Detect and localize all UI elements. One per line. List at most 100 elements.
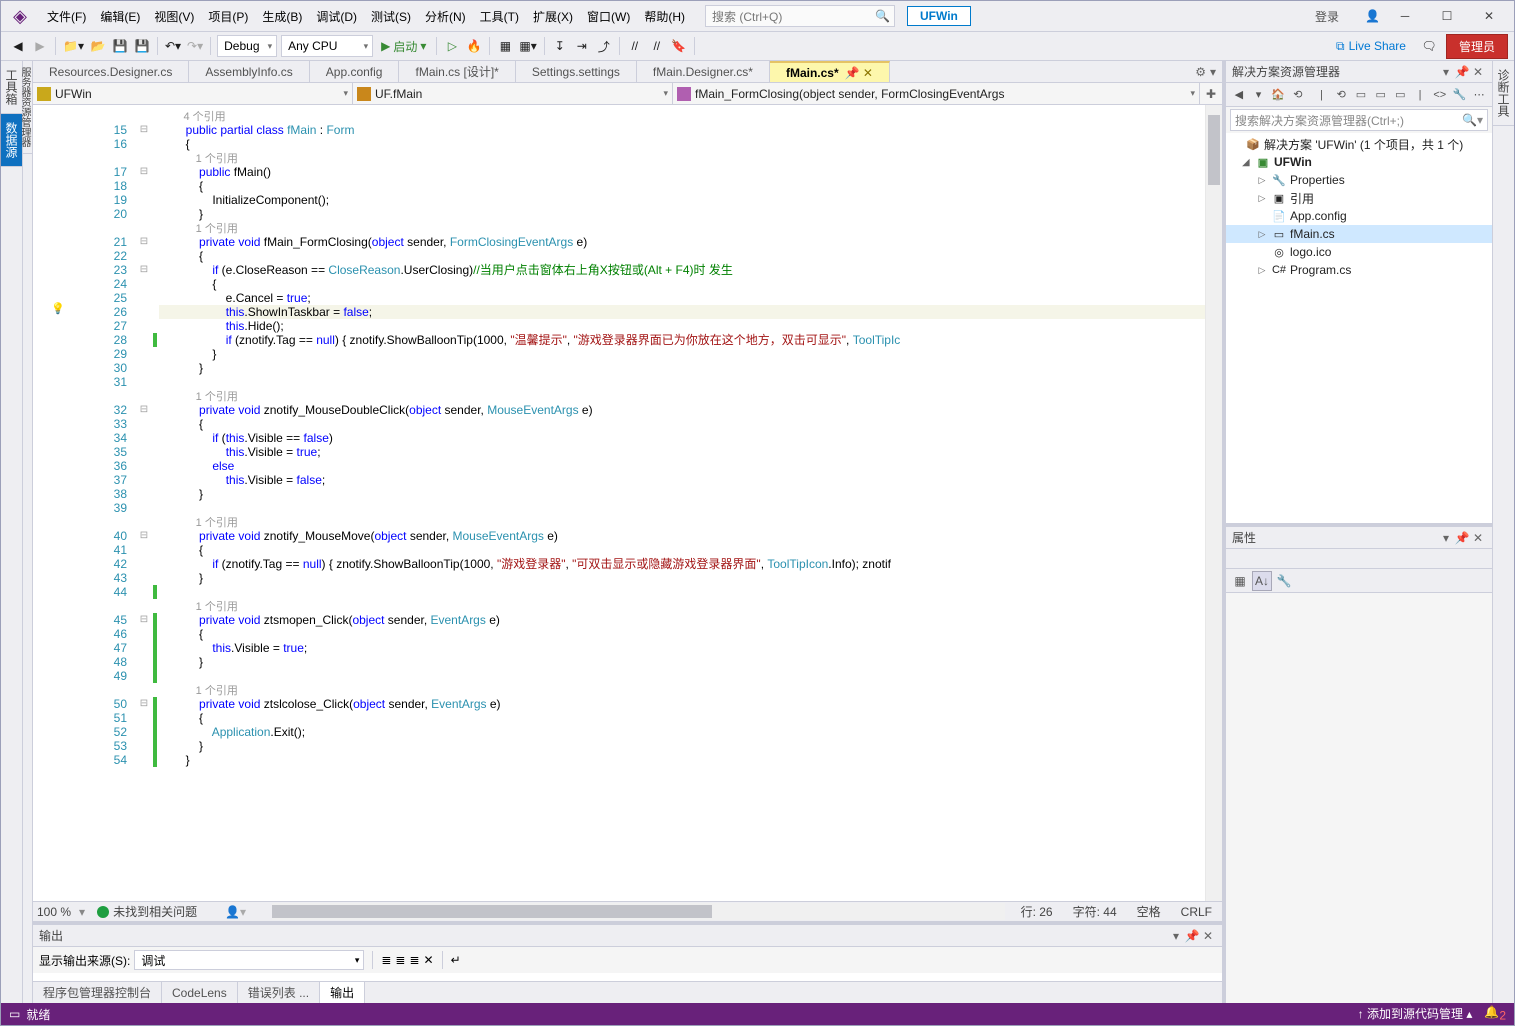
bottom-tab[interactable]: 程序包管理器控制台	[33, 982, 162, 1003]
scrollbar-thumb[interactable]	[272, 905, 712, 918]
solexp-tool-icon[interactable]: ▭	[1392, 86, 1410, 104]
zoom-level[interactable]: 100 %	[33, 905, 75, 919]
bottom-tab[interactable]: CodeLens	[162, 982, 238, 1003]
tool-icon[interactable]: ▦▾	[516, 35, 539, 57]
login-avatar-icon[interactable]: 👤	[1365, 9, 1380, 23]
bookmark-icon[interactable]: 🔖	[668, 35, 690, 57]
props-category-icon[interactable]: ▦	[1230, 571, 1250, 591]
rail-server-explorer[interactable]: 服务器资源管理器	[23, 61, 32, 154]
insert-mode[interactable]: 空格	[1127, 903, 1171, 920]
doc-tab[interactable]: fMain.cs [设计]*	[399, 61, 515, 82]
hot-reload-button[interactable]: 🔥	[463, 35, 485, 57]
menu-window[interactable]: 窗口(W)	[581, 4, 636, 29]
tree-item[interactable]: ▷C#Program.cs	[1226, 261, 1492, 279]
output-text[interactable]	[33, 973, 1222, 981]
no-issues-indicator[interactable]: 未找到相关问题	[89, 903, 205, 920]
close-button[interactable]: ✕	[1472, 3, 1506, 29]
panel-dropdown-icon[interactable]: ▾	[1438, 531, 1454, 545]
platform-combo[interactable]: Any CPU	[281, 35, 373, 57]
comment-icon[interactable]: //	[624, 35, 646, 57]
nav-back-button[interactable]: ◀	[7, 35, 29, 57]
zoom-dropdown-icon[interactable]: ▾	[75, 905, 89, 919]
save-button[interactable]: 💾	[109, 35, 131, 57]
props-grid[interactable]	[1226, 593, 1492, 1003]
panel-close-icon[interactable]: ✕	[1470, 65, 1486, 79]
menu-view[interactable]: 视图(V)	[148, 4, 200, 29]
doc-tab[interactable]: Settings.settings	[516, 61, 637, 82]
tree-item[interactable]: ▷▣引用	[1226, 189, 1492, 207]
menu-test[interactable]: 测试(S)	[365, 4, 417, 29]
solexp-code-icon[interactable]: <>	[1431, 86, 1449, 104]
code-editor[interactable]: 💡 15161718192021222324252627282930313233…	[33, 105, 1222, 901]
nav-member-combo[interactable]: fMain_FormClosing(object sender, FormClo…	[673, 83, 1200, 104]
tab-dropdown-icon[interactable]: ▾	[1210, 65, 1216, 79]
bottom-tab[interactable]: 输出	[320, 982, 365, 1003]
nav-fwd-button[interactable]: ▶	[29, 35, 51, 57]
menu-build[interactable]: 生成(B)	[256, 4, 308, 29]
menu-help[interactable]: 帮助(H)	[638, 4, 691, 29]
editor-vscrollbar[interactable]	[1205, 105, 1222, 901]
config-combo[interactable]: Debug	[217, 35, 277, 57]
redo-button[interactable]: ↷▾	[184, 35, 206, 57]
output-tool-icon[interactable]: ≣	[381, 953, 391, 967]
tree-item[interactable]: 📄App.config	[1226, 207, 1492, 225]
solexp-search-input[interactable]: 搜索解决方案资源管理器(Ctrl+;)🔍▾	[1230, 109, 1488, 131]
source-control-button[interactable]: ↑ 添加到源代码管理 ▴	[1358, 1005, 1473, 1022]
tree-project[interactable]: ◢▣UFWin	[1226, 153, 1492, 171]
menu-tools[interactable]: 工具(T)	[474, 4, 525, 29]
scrollbar-thumb[interactable]	[1208, 115, 1220, 185]
solexp-tool-icon[interactable]: ⟲	[1289, 86, 1307, 104]
doc-tab[interactable]: App.config	[310, 61, 400, 82]
bottom-tab[interactable]: 错误列表 ...	[238, 982, 320, 1003]
props-wrench-icon[interactable]: 🔧	[1274, 571, 1294, 591]
solexp-back-icon[interactable]: ◀	[1230, 86, 1248, 104]
panel-close-icon[interactable]: ✕	[1200, 929, 1216, 943]
panel-dropdown-icon[interactable]: ▾	[1438, 65, 1454, 79]
start-no-debug-button[interactable]: ▷	[441, 35, 463, 57]
solexp-sync-icon[interactable]: ⟲	[1332, 86, 1350, 104]
search-input[interactable]: 搜索 (Ctrl+Q) 🔍	[705, 5, 895, 27]
line-ending[interactable]: CRLF	[1171, 905, 1222, 919]
menu-debug[interactable]: 调试(D)	[310, 4, 363, 29]
tab-close-icon[interactable]: 📌 ✕	[845, 66, 873, 80]
open-file-button[interactable]: 📂	[87, 35, 109, 57]
solexp-wrench-icon[interactable]: 🔧	[1451, 86, 1469, 104]
split-view-button[interactable]: ✚	[1200, 83, 1222, 104]
panel-pin-icon[interactable]: 📌	[1184, 929, 1200, 943]
menu-extensions[interactable]: 扩展(X)	[527, 4, 579, 29]
liveshare-button[interactable]: ⧉Live Share	[1330, 39, 1412, 54]
doc-tab[interactable]: AssemblyInfo.cs	[189, 61, 309, 82]
editor-hscrollbar[interactable]	[272, 903, 1005, 920]
step-icon[interactable]: ⤴	[593, 35, 615, 57]
menu-analyze[interactable]: 分析(N)	[419, 4, 472, 29]
authors-icon[interactable]: 👤▾	[205, 905, 266, 919]
minimize-button[interactable]: ─	[1388, 3, 1422, 29]
panel-pin-icon[interactable]: 📌	[1454, 65, 1470, 79]
panel-close-icon[interactable]: ✕	[1470, 531, 1486, 545]
output-clear-icon[interactable]: ✕	[424, 953, 434, 967]
step-icon[interactable]: ⇥	[571, 35, 593, 57]
doc-tab[interactable]: fMain.Designer.cs*	[637, 61, 770, 82]
save-all-button[interactable]: 💾	[131, 35, 153, 57]
output-tool-icon[interactable]: ≣	[409, 953, 419, 967]
tree-item[interactable]: ▷▭fMain.cs	[1226, 225, 1492, 243]
maximize-button[interactable]: ☐	[1430, 3, 1464, 29]
output-wrap-icon[interactable]: ↵	[451, 953, 461, 967]
new-project-button[interactable]: 📁▾	[60, 35, 87, 57]
doc-tab[interactable]: fMain.cs*📌 ✕	[770, 61, 890, 82]
menu-project[interactable]: 项目(P)	[202, 4, 254, 29]
solution-tree[interactable]: 📦解决方案 'UFWin' (1 个项目，共 1 个) ◢▣UFWin ▷🔧Pr…	[1226, 133, 1492, 523]
panel-dropdown-icon[interactable]: ▾	[1168, 929, 1184, 943]
tree-item[interactable]: ◎logo.ico	[1226, 243, 1492, 261]
panel-pin-icon[interactable]: 📌	[1454, 531, 1470, 545]
undo-button[interactable]: ↶▾	[162, 35, 184, 57]
props-alpha-icon[interactable]: A↓	[1252, 571, 1272, 591]
tree-item[interactable]: ▷🔧Properties	[1226, 171, 1492, 189]
doc-tab[interactable]: Resources.Designer.cs	[33, 61, 189, 82]
feedback-icon[interactable]: 🗨	[1418, 35, 1440, 57]
menu-file[interactable]: 文件(F)	[41, 4, 92, 29]
nav-namespace-combo[interactable]: UFWin	[33, 83, 353, 104]
output-source-combo[interactable]: 调试	[134, 950, 364, 970]
rail-diagnostics[interactable]: 诊断工具	[1493, 61, 1514, 126]
step-icon[interactable]: ↧	[549, 35, 571, 57]
